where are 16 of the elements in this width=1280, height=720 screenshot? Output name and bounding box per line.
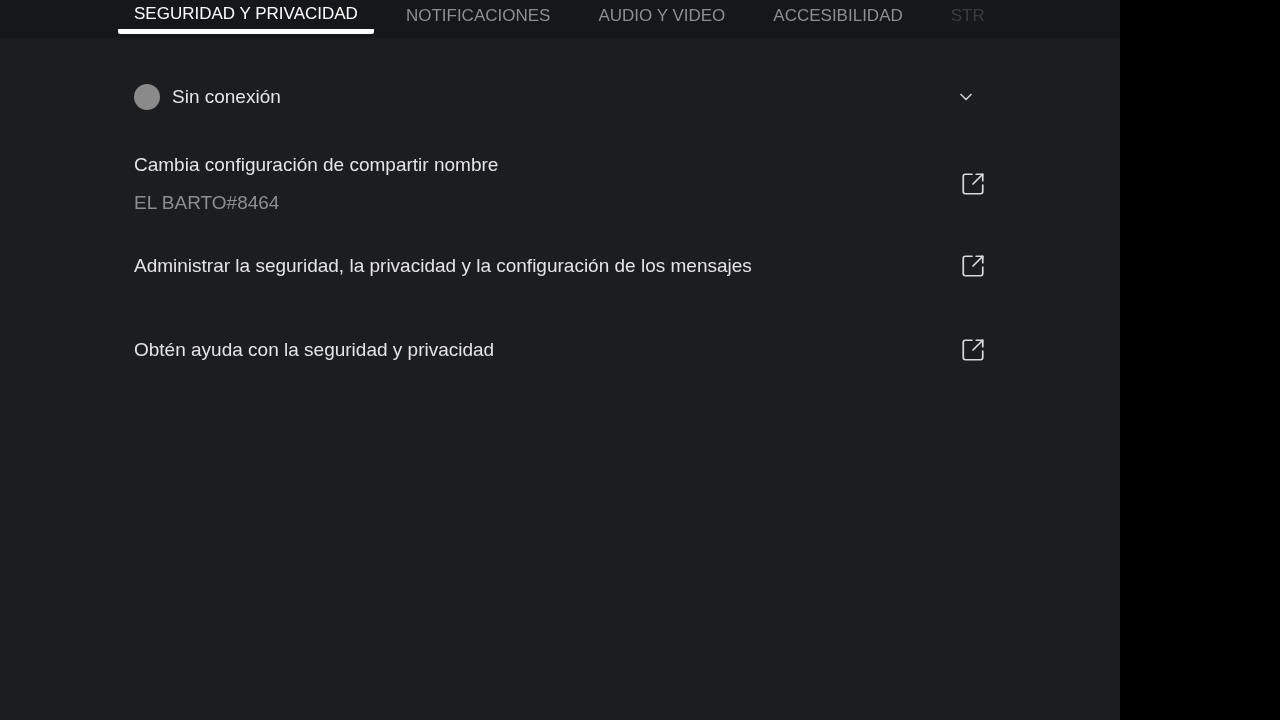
link-title: Cambia configuración de compartir nombre [134,152,500,177]
external-link-icon [960,171,986,197]
settings-link-row[interactable]: Cambia configuración de compartir nombre EL BARTO#8464 [134,144,986,224]
status-label: Sin conexión [172,84,281,109]
link-subtitle: EL BARTO#8464 [134,191,281,215]
external-link-icon [960,253,986,279]
link-title: Administrar la seguridad, la privacidad y la configuración de los mensajes [134,253,753,278]
tab[interactable]: ACCESIBILIDAD [757,0,919,34]
status-dropdown[interactable]: Sin conexión [134,82,986,112]
link-title: Obtén ayuda con la seguridad y privacidad [134,337,496,362]
settings-link-row[interactable]: Administrar la seguridad, la privacidad y la configuración de los mensajes [134,224,986,308]
settings-link-row[interactable]: Obtén ayuda con la seguridad y privacidad [134,308,986,392]
tab[interactable]: SEGURIDAD Y PRIVACIDAD [118,0,374,34]
tab[interactable]: AUDIO Y VIDEO [582,0,742,34]
tab[interactable]: NOTIFICACIONES [389,0,567,34]
external-link-icon [960,337,986,363]
